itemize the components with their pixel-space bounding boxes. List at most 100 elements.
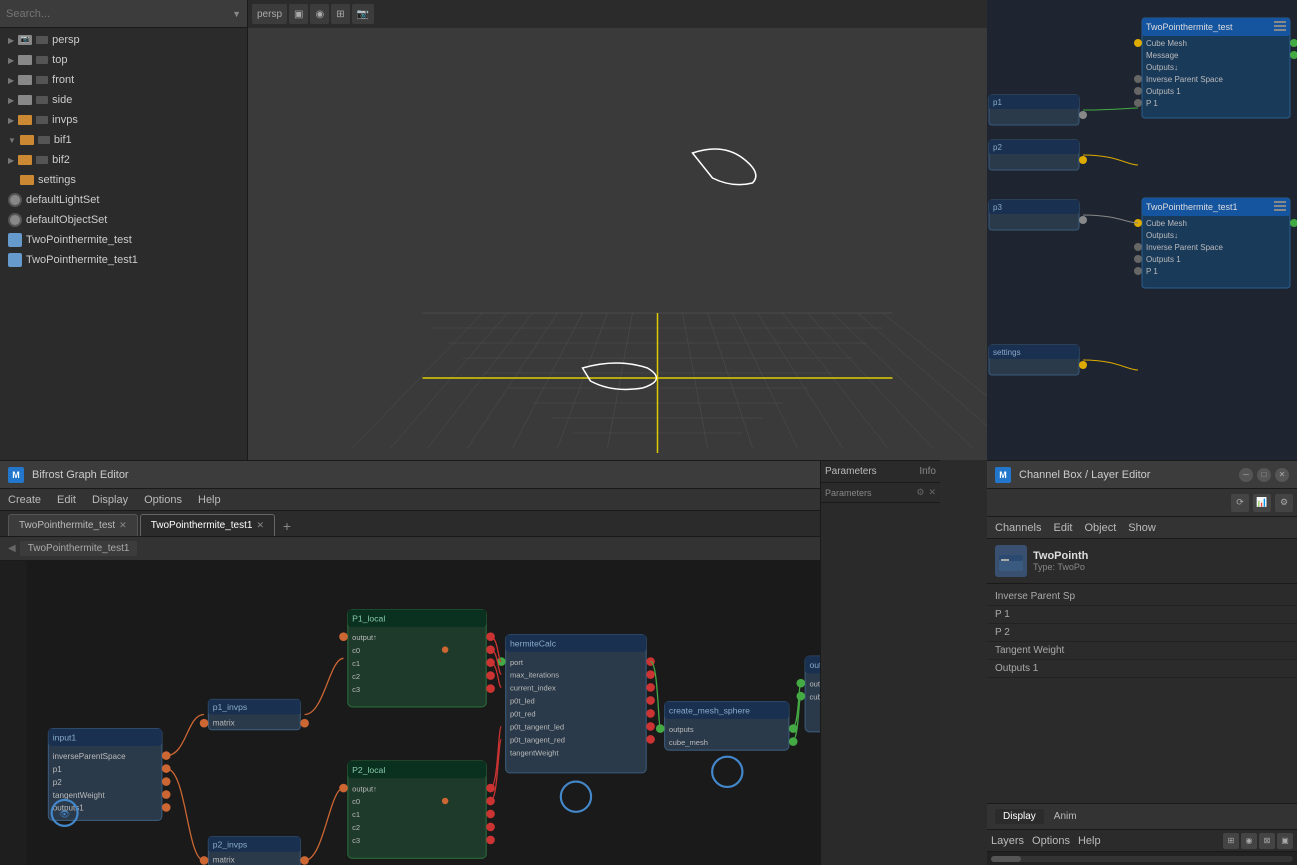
cb-scrollthumb[interactable] (991, 856, 1021, 862)
cb-object-type: Type: TwoPo (1033, 562, 1088, 572)
svg-text:P 1: P 1 (1146, 99, 1158, 108)
scene-item-label: TwoPointhermite_test (26, 234, 132, 246)
graph-button[interactable]: 📊 (1253, 494, 1271, 512)
list-item[interactable]: ▶ bif2 (0, 150, 247, 170)
layer-btn-2[interactable]: ◉ (1241, 833, 1257, 849)
tab-twopointtest1[interactable]: TwoPointhermite_test1 ✕ (140, 514, 275, 536)
breadcrumb-item[interactable]: TwoPointhermite_test1 (20, 541, 138, 556)
tab-twopointtest[interactable]: TwoPointhermite_test ✕ (8, 514, 138, 536)
svg-text:Outputs↓: Outputs↓ (1146, 63, 1178, 72)
layer-btn-4[interactable]: ▣ (1277, 833, 1293, 849)
cb-minimize-button[interactable]: ─ (1239, 468, 1253, 482)
tab-close-icon[interactable]: ✕ (256, 520, 264, 531)
svg-text:p1: p1 (993, 98, 1002, 107)
expand-icon: ▶ (8, 116, 14, 125)
camera-icon (18, 55, 32, 65)
bifrost-app-icon: M (8, 467, 24, 483)
cb-menu-object[interactable]: Object (1084, 522, 1116, 534)
cb-scrollbar[interactable] (987, 851, 1297, 865)
mesh-icon (8, 253, 22, 267)
scene-item-label: defaultLightSet (26, 194, 99, 206)
menu-help[interactable]: Help (198, 494, 221, 506)
list-item[interactable]: ▼ bif1 (0, 130, 247, 150)
settings-icon (20, 175, 34, 185)
search-bar: ▼ (0, 0, 247, 28)
bifrost-editor: M Bifrost Graph Editor ─ □ ✕ Create Edit… (0, 460, 940, 865)
visibility-icon (36, 156, 48, 164)
list-item[interactable]: ▶ top (0, 50, 247, 70)
layer-btn-1[interactable]: ⊞ (1223, 833, 1239, 849)
search-input[interactable] (6, 8, 228, 20)
set-icon (8, 213, 22, 227)
cb-attr-row: P 2 (987, 624, 1297, 642)
list-item[interactable]: settings (0, 170, 247, 190)
display-button[interactable]: ⊞ (331, 4, 349, 24)
svg-text:inverseParentSpace: inverseParentSpace (53, 752, 126, 761)
camera-icon (18, 95, 32, 105)
scene-item-label: front (52, 74, 74, 86)
expand-icon: ▶ (8, 36, 14, 45)
list-item[interactable]: defaultLightSet (0, 190, 247, 210)
channel-box: M Channel Box / Layer Editor ─ □ ✕ ⟳ 📊 ⚙… (987, 460, 1297, 865)
menu-edit[interactable]: Edit (57, 494, 76, 506)
svg-text:c0: c0 (352, 797, 360, 806)
cb-display-tabs: Display Anim (987, 803, 1297, 829)
menu-create[interactable]: Create (8, 494, 41, 506)
persp-button[interactable]: persp (252, 4, 287, 24)
list-item[interactable]: ▶ invps (0, 110, 247, 130)
cb-window-controls: ─ □ ✕ (1239, 468, 1289, 482)
node-icon-svg (997, 547, 1025, 575)
graph-canvas[interactable]: input1 inverseParentSpace p1 p2 tangentW… (0, 561, 939, 865)
list-item[interactable]: TwoPointhermite_test1 (0, 250, 247, 270)
cb-maximize-button[interactable]: □ (1257, 468, 1271, 482)
attr-name-0: Inverse Parent Sp (995, 591, 1245, 602)
layer-menu-options[interactable]: Options (1032, 835, 1070, 847)
settings-icon-btn[interactable]: ⚙ (1275, 494, 1293, 512)
display-tab-anim[interactable]: Anim (1046, 809, 1085, 824)
camera-button[interactable]: 📷 (352, 4, 374, 24)
tab-close-icon[interactable]: ✕ (119, 520, 127, 531)
scene-item-label: TwoPointhermite_test1 (26, 254, 138, 266)
params-close[interactable]: ✕ (928, 487, 936, 498)
display-tab-display[interactable]: Display (995, 809, 1044, 824)
list-item[interactable]: ▶ side (0, 90, 247, 110)
bifrost-icon (18, 115, 32, 125)
cb-bottom: Display Anim Layers Options Help ⊞ ◉ ⊠ ▣ (987, 803, 1297, 865)
list-item[interactable]: TwoPointhermite_test (0, 230, 247, 250)
cb-menu-channels[interactable]: Channels (995, 522, 1041, 534)
layer-btn-3[interactable]: ⊠ (1259, 833, 1275, 849)
svg-text:Outputs 1: Outputs 1 (1146, 255, 1181, 264)
cb-close-button[interactable]: ✕ (1275, 468, 1289, 482)
expand-icon: ▶ (8, 76, 14, 85)
scene-item-label: settings (38, 174, 76, 186)
node-editor-svg[interactable]: TwoPointhermite_test Cube Mesh Message O… (987, 0, 1297, 460)
cb-object-icon (995, 545, 1027, 577)
svg-text:P2_local: P2_local (352, 765, 385, 775)
svg-text:👁: 👁 (59, 809, 70, 819)
layer-menu-help[interactable]: Help (1078, 835, 1101, 847)
layer-menu-layers[interactable]: Layers (991, 835, 1024, 847)
params-header: Parameters Info (821, 461, 940, 483)
list-item[interactable]: ▶ 📷 persp (0, 30, 247, 50)
viewport-scene[interactable] (248, 28, 987, 460)
svg-text:P 1: P 1 (1146, 267, 1158, 276)
shade-button[interactable]: ▣ (289, 4, 308, 24)
expand-icon: ▶ (8, 96, 14, 105)
light-button[interactable]: ◉ (310, 4, 329, 24)
svg-text:create_mesh_sphere: create_mesh_sphere (669, 705, 750, 715)
menu-display[interactable]: Display (92, 494, 128, 506)
list-item[interactable]: defaultObjectSet (0, 210, 247, 230)
cb-menu-show[interactable]: Show (1128, 522, 1156, 534)
list-item[interactable]: ▶ front (0, 70, 247, 90)
keyframe-button[interactable]: ⟳ (1231, 494, 1249, 512)
cb-scrolltrack[interactable] (991, 856, 1293, 862)
menu-options[interactable]: Options (144, 494, 182, 506)
svg-text:p0t_led: p0t_led (510, 697, 535, 706)
add-tab-button[interactable]: + (277, 516, 297, 536)
params-icon[interactable]: ⚙ (916, 487, 924, 498)
info-label[interactable]: Info (919, 466, 936, 477)
bifrost-menubar: Create Edit Display Options Help (0, 489, 939, 511)
scene-item-label: side (52, 94, 72, 106)
back-arrow-icon[interactable]: ◀ (8, 543, 16, 554)
cb-menu-edit[interactable]: Edit (1053, 522, 1072, 534)
